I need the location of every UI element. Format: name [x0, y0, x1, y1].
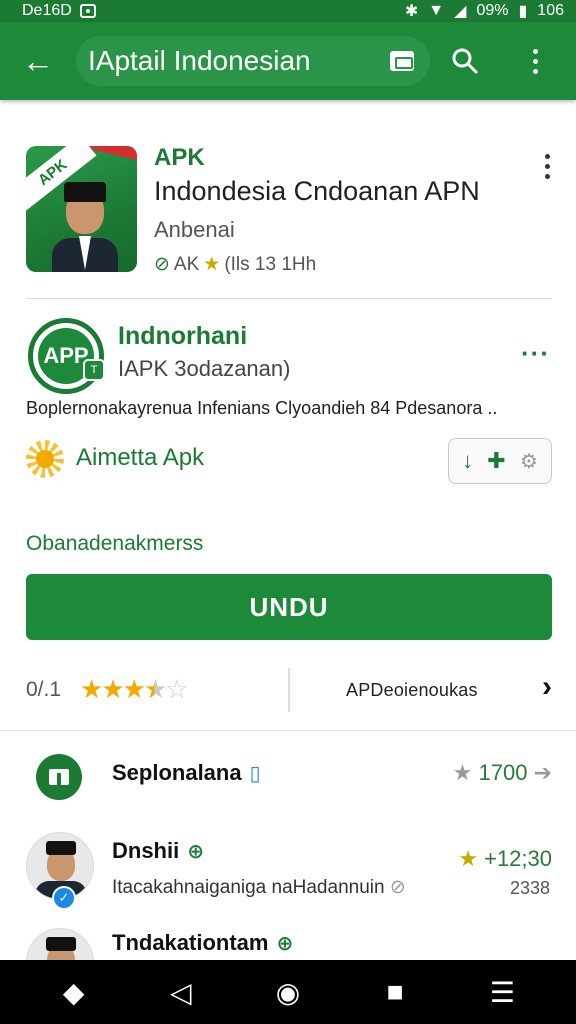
list-item-stat-text: 1700 [478, 760, 528, 785]
list-item[interactable]: Seplonalana ▯ ★ 1700 ➔ [26, 748, 552, 808]
developer-name[interactable]: Indnorhani [118, 322, 247, 351]
person-portrait [52, 174, 118, 272]
status-bar: De16D ✱ ▼ ◢ 09% ▮ 106 [0, 0, 576, 22]
menu-icon[interactable]: ☰ [472, 976, 532, 1009]
star-rating: ★★★★☆ [80, 674, 189, 705]
back-arrow-icon[interactable]: ← [0, 22, 76, 100]
home-icon[interactable]: ◉ [258, 976, 318, 1009]
star-icon: ★ [80, 674, 103, 704]
rating-prefix: AK [173, 253, 200, 275]
search-bar[interactable]: IAptail Indonesian [76, 36, 430, 86]
plus-icon[interactable]: ✚ [487, 448, 505, 474]
thumb-up-icon: ⊕ [187, 841, 204, 863]
app-header: APK APK Indondesia Cndoanan APN Anbenai … [26, 132, 556, 282]
search-icon[interactable] [430, 22, 500, 100]
star-half-icon: ★ [143, 674, 167, 704]
loading-icon[interactable]: ⚙ [520, 449, 538, 474]
developer-handle: IAPK 3odazanan) [118, 356, 291, 381]
download-arrow-icon[interactable]: ↓ [462, 448, 473, 474]
status-left-text: De16D [22, 2, 72, 19]
list-item-subtitle-text: Itacakahnaiganiga naHadannuin [112, 877, 385, 898]
list-item-title: Tndakationtam ⊕ [112, 930, 293, 956]
diamond-icon[interactable]: ◆ [44, 976, 104, 1009]
leaf-icon: ⊘ [154, 254, 170, 275]
list-item-stat: ★ 1700 ➔ [453, 760, 552, 786]
reviews-link[interactable]: APDeoienoukas [346, 680, 478, 701]
app-rating-line: ⊘ AK ★ (Ils 13 1Hh [154, 253, 534, 276]
game-controller-icon[interactable] [390, 51, 414, 71]
list-item-stat: ★ +12;30 [458, 846, 552, 872]
overflow-menu-icon[interactable] [500, 22, 570, 100]
list-item-subtitle: Itacakahnaiganiga naHadannuin ⊘ [112, 876, 406, 899]
app-overflow-icon[interactable] [545, 154, 550, 179]
sun-icon [26, 440, 64, 478]
list-item-title-text: Seplonalana [112, 760, 242, 785]
wifi-icon: ▼ [428, 2, 445, 19]
list-item-title: Seplonalana ▯ [112, 760, 261, 786]
app-name: Indondesia Cndoanan APN [154, 176, 480, 206]
divider [0, 730, 576, 731]
star-empty-icon: ☆ [165, 674, 188, 704]
user-avatar [26, 928, 94, 960]
feature-row: Aimetta Apk ↓ ✚ ⚙ [26, 436, 552, 484]
rating-text: (Ils 13 1Hh [224, 253, 317, 275]
signal-icon: ◢ [454, 3, 467, 20]
rating-row: 0/.1 ★★★★☆ APDeoienoukas › [26, 668, 552, 712]
star-icon: ★ [458, 846, 478, 871]
recents-icon[interactable]: ■ [365, 976, 425, 1008]
leaf-icon: ⊘ [389, 877, 406, 898]
status-time: 106 [537, 2, 564, 19]
divider [288, 668, 290, 712]
more-options-icon[interactable]: ··· [521, 338, 550, 369]
app-subtitle: Anbenai [154, 217, 235, 242]
battery-icon: ▮ [518, 3, 528, 20]
star-icon: ★ [101, 674, 124, 704]
install-button[interactable]: UNDU [26, 574, 552, 640]
badge-icon: T [83, 359, 105, 381]
section-label: Obanadenakmerss [26, 532, 204, 555]
list-item[interactable]: ✓ Dnshii ⊕ Itacakahnaiganiga naHadannuin … [26, 830, 552, 910]
app-bar-title: IAptail Indonesian [88, 45, 311, 76]
divider [26, 298, 552, 299]
star-outline-icon: ★ [452, 760, 473, 785]
developer-description: Boplernonakayrenua Infenians Clyoandieh … [26, 398, 498, 418]
notification-icon [79, 4, 96, 18]
list-item-title-text: Tndakationtam [112, 930, 269, 955]
app-icon: APK [26, 146, 137, 272]
arrow-right-icon: ➔ [533, 760, 552, 785]
back-icon[interactable]: ◁ [151, 976, 211, 1009]
bluetooth-icon: ✱ [404, 3, 419, 20]
list-item-title: Dnshii ⊕ [112, 838, 204, 864]
clipboard-icon: ▯ [249, 763, 261, 785]
list-item[interactable]: Tndakationtam ⊕ [26, 924, 552, 960]
developer-logo[interactable]: APP T [28, 318, 105, 394]
star-icon: ★ [203, 254, 221, 275]
system-nav-bar: ◆ ◁ ◉ ■ ☰ [0, 960, 576, 1024]
feature-label[interactable]: Aimetta Apk [76, 444, 204, 472]
app-avatar-icon [36, 754, 82, 800]
thumb-up-icon: ⊕ [276, 933, 294, 955]
list-item-stat-text: +12;30 [484, 846, 552, 871]
list-item-count: 2338 [509, 878, 550, 898]
battery-percent: 09% [476, 2, 509, 19]
star-icon: ★ [122, 674, 146, 704]
verified-check-icon: ✓ [52, 886, 76, 910]
action-group: ↓ ✚ ⚙ [448, 438, 552, 484]
list-item-title-text: Dnshii [112, 838, 180, 863]
chevron-right-icon[interactable]: › [542, 670, 552, 704]
app-bar: ← IAptail Indonesian [0, 22, 576, 100]
rating-value: 0/.1 [26, 678, 62, 701]
app-developer[interactable]: APK [154, 144, 534, 172]
